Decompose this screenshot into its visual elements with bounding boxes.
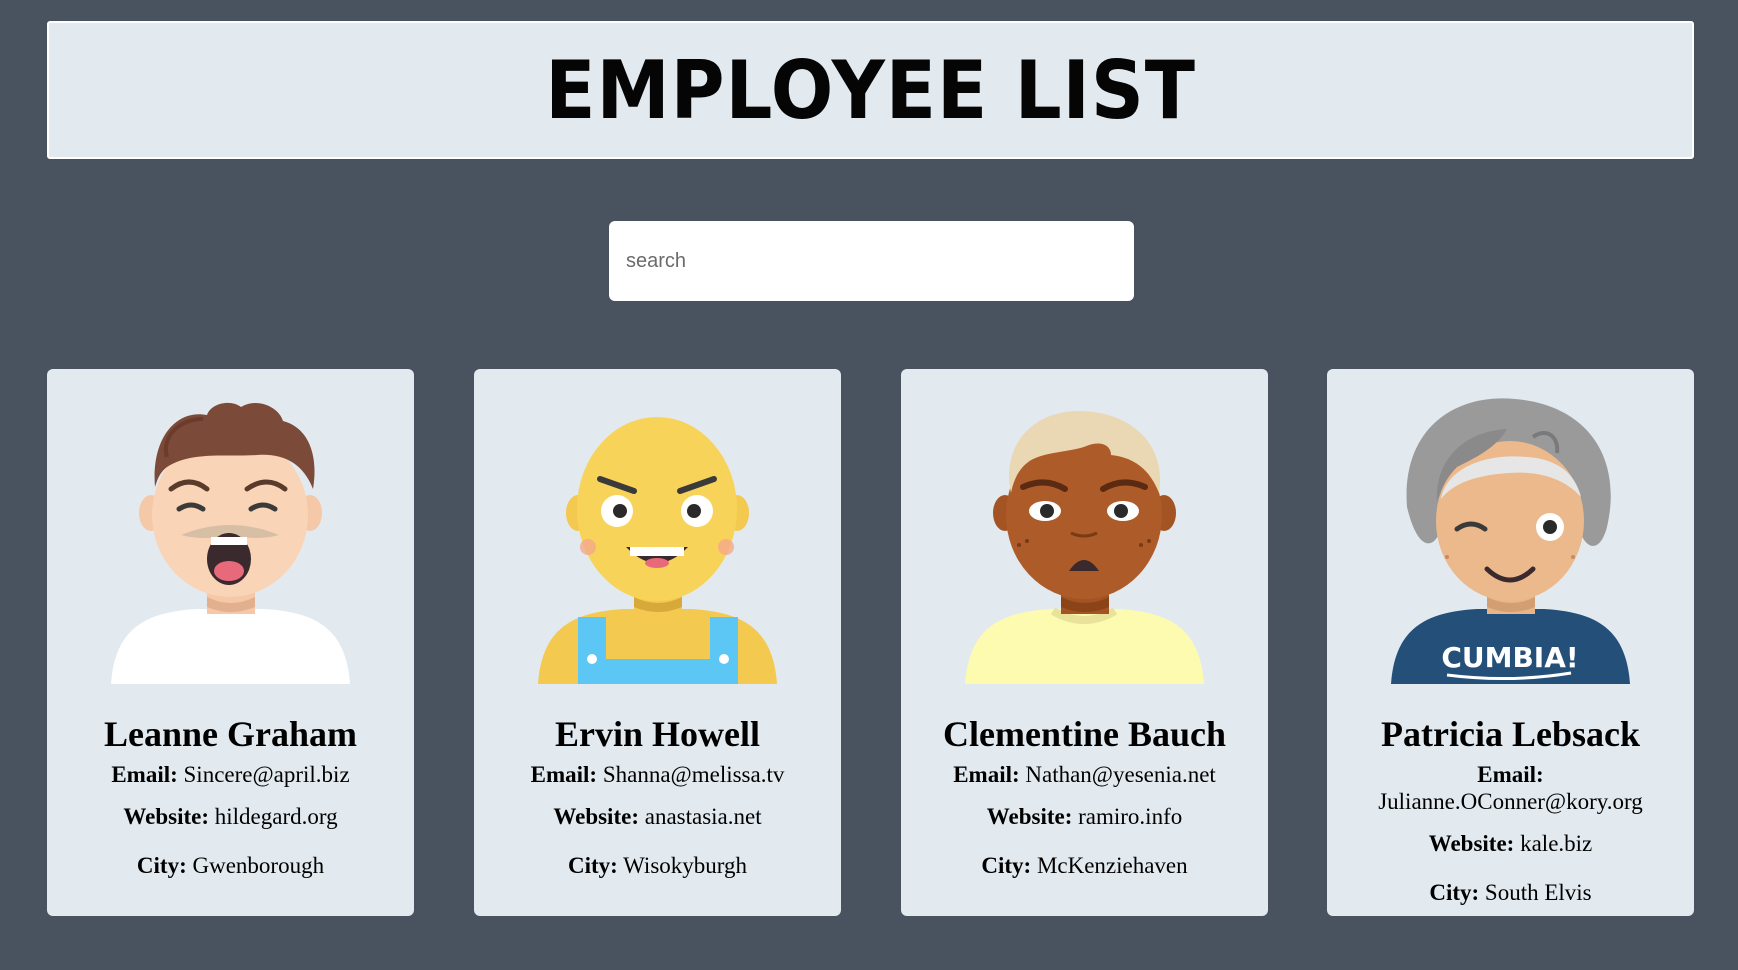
employee-card: Ervin Howell Email: Shanna@melissa.tv We… bbox=[474, 369, 841, 916]
employee-name: Leanne Graham bbox=[103, 714, 357, 754]
employee-name: Patricia Lebsack bbox=[1381, 714, 1640, 754]
city-label: City: bbox=[136, 853, 187, 878]
city-value: South Elvis bbox=[1484, 880, 1592, 905]
website-label: Website: bbox=[1428, 831, 1515, 856]
page-header: EMPLOYEE LIST bbox=[47, 21, 1694, 159]
avatar bbox=[107, 397, 354, 684]
employee-city: City: McKenziehaven bbox=[909, 852, 1260, 879]
city-label: City: bbox=[567, 853, 618, 878]
website-value: hildegard.org bbox=[214, 804, 338, 829]
avatar bbox=[961, 397, 1208, 684]
employee-website: Website: kale.biz bbox=[1335, 830, 1686, 857]
employee-card: CUMBIA! Patricia Lebsack Email: Julianne… bbox=[1327, 369, 1694, 916]
employee-website: Website: ramiro.info bbox=[909, 803, 1260, 830]
employee-email: Email: Nathan@yesenia.net bbox=[909, 761, 1260, 788]
search-input[interactable] bbox=[609, 221, 1134, 301]
avatar bbox=[534, 397, 781, 684]
employee-city: City: Gwenborough bbox=[55, 852, 406, 879]
shirt-text: CUMBIA! bbox=[1441, 641, 1578, 674]
employee-card-grid: Leanne Graham Email: Sincere@april.biz W… bbox=[47, 369, 1694, 916]
avatar: CUMBIA! bbox=[1387, 397, 1634, 684]
website-label: Website: bbox=[123, 804, 209, 829]
email-value: Julianne.OConner@kory.org bbox=[1378, 789, 1643, 814]
city-value: McKenziehaven bbox=[1036, 853, 1188, 878]
employee-card: Leanne Graham Email: Sincere@april.biz W… bbox=[47, 369, 414, 916]
employee-email: Email: Shanna@melissa.tv bbox=[482, 761, 833, 788]
email-label: Email: bbox=[111, 762, 178, 787]
website-value: kale.biz bbox=[1520, 831, 1593, 856]
dark-skin-frown-avatar-icon bbox=[965, 411, 1204, 684]
email-label: Email: bbox=[1477, 762, 1544, 787]
employee-card: Clementine Bauch Email: Nathan@yesenia.n… bbox=[901, 369, 1268, 916]
man-surprised-avatar-icon bbox=[111, 402, 350, 684]
email-value: Nathan@yesenia.net bbox=[1025, 762, 1216, 787]
website-label: Website: bbox=[986, 804, 1073, 829]
email-label: Email: bbox=[953, 762, 1020, 787]
employee-website: Website: anastasia.net bbox=[482, 803, 833, 830]
employee-email: Email: Sincere@april.biz bbox=[55, 761, 406, 788]
email-value: Shanna@melissa.tv bbox=[602, 762, 785, 787]
website-value: ramiro.info bbox=[1078, 804, 1183, 829]
employee-email: Email: Julianne.OConner@kory.org bbox=[1335, 761, 1686, 815]
email-label: Email: bbox=[530, 762, 598, 787]
website-label: Website: bbox=[553, 804, 639, 829]
city-label: City: bbox=[1429, 880, 1480, 905]
website-value: anastasia.net bbox=[644, 804, 762, 829]
email-value: Sincere@april.biz bbox=[183, 762, 350, 787]
city-value: Gwenborough bbox=[192, 853, 325, 878]
city-label: City: bbox=[981, 853, 1032, 878]
bald-overalls-avatar-icon bbox=[538, 417, 777, 684]
gray-hair-wink-avatar-icon: CUMBIA! bbox=[1391, 398, 1630, 684]
city-value: Wisokyburgh bbox=[623, 853, 748, 878]
employee-city: City: Wisokyburgh bbox=[482, 852, 833, 879]
employee-city: City: South Elvis bbox=[1335, 879, 1686, 906]
page-title: EMPLOYEE LIST bbox=[545, 43, 1196, 137]
employee-name: Clementine Bauch bbox=[943, 714, 1226, 754]
employee-name: Ervin Howell bbox=[555, 714, 760, 754]
employee-website: Website: hildegard.org bbox=[55, 803, 406, 830]
